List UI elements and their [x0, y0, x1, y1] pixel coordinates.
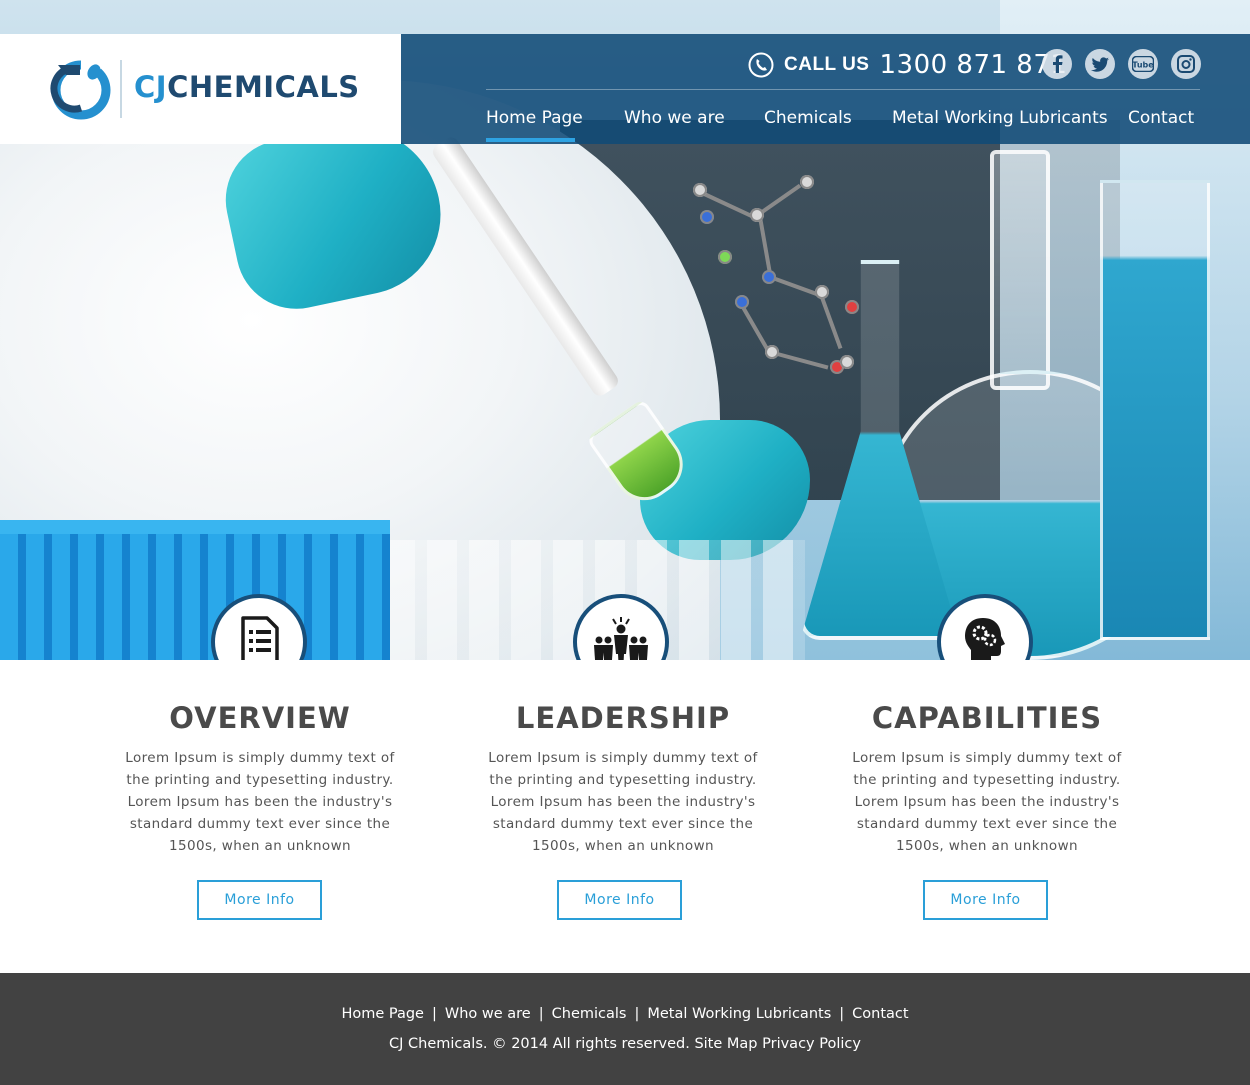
footer-link-who-we-are[interactable]: Who we are — [445, 1006, 531, 1022]
footer-separator: | — [634, 1006, 640, 1022]
footer-link-metal-working-lubricants[interactable]: Metal Working Lubricants — [647, 1006, 831, 1022]
svg-text:Tube: Tube — [1132, 61, 1154, 70]
footer: Home Page | Who we are | Chemicals | Metal Wor… — [0, 973, 1250, 1085]
nav-active-indicator — [486, 138, 575, 142]
youtube-icon[interactable]: Tube — [1128, 49, 1158, 79]
nav-item-home[interactable]: Home Page — [486, 108, 583, 128]
footer-separator: | — [431, 1006, 437, 1022]
footer-link-chemicals[interactable]: Chemicals — [552, 1006, 627, 1022]
nav-item-metal-working-lubricants[interactable]: Metal Working Lubricants — [892, 108, 1108, 128]
footer-nav: Home Page | Who we are | Chemicals | Metal Wor… — [0, 1006, 1250, 1022]
logo-icon[interactable] — [50, 59, 112, 121]
feature-description: Lorem Ipsum is simply dummy text of the … — [488, 750, 758, 854]
twitter-icon[interactable] — [1085, 49, 1115, 79]
logo-chemicals: CHEMICALS — [167, 70, 360, 104]
capabilities-more-info-button[interactable]: More Info — [923, 880, 1048, 920]
leadership-more-info-button[interactable]: More Info — [557, 880, 682, 920]
nav-item-chemicals[interactable]: Chemicals — [764, 108, 852, 128]
phone-icon — [748, 52, 774, 78]
footer-link-contact[interactable]: Contact — [852, 1006, 908, 1022]
copyright-text: CJ Chemicals. © 2014 All rights reserved… — [389, 1036, 690, 1052]
feature-description: Lorem Ipsum is simply dummy text of the … — [852, 750, 1122, 854]
call-label: CALL US — [784, 54, 870, 75]
logo-divider — [120, 60, 122, 118]
footer-link-site-map[interactable]: Site Map — [694, 1036, 757, 1052]
feature-title: LEADERSHIP — [515, 701, 731, 735]
feature-capabilities: CAPABILITIES Lorem Ipsum is simply dummy… — [842, 700, 1132, 857]
feature-overview: OVERVIEW Lorem Ipsum is simply dummy tex… — [115, 700, 405, 857]
nav-divider — [486, 89, 1200, 90]
footer-link-privacy-policy[interactable]: Privacy Policy — [762, 1036, 861, 1052]
social-links: Tube — [1042, 49, 1201, 79]
facebook-icon[interactable] — [1042, 49, 1072, 79]
flask-neck — [990, 150, 1050, 390]
footer-separator: | — [839, 1006, 845, 1022]
feature-title: OVERVIEW — [169, 701, 351, 735]
nav-item-who-we-are[interactable]: Who we are — [624, 108, 725, 128]
feature-title: CAPABILITIES — [871, 701, 1103, 735]
logo-wordmark[interactable]: CJCHEMICALS — [134, 68, 360, 106]
footer-link-home[interactable]: Home Page — [341, 1006, 424, 1022]
feature-leadership: LEADERSHIP Lorem Ipsum is simply dummy t… — [478, 700, 768, 857]
footer-separator: | — [538, 1006, 544, 1022]
graduated-cylinder — [1100, 180, 1210, 640]
feature-description: Lorem Ipsum is simply dummy text of the … — [125, 750, 395, 854]
instagram-icon[interactable] — [1171, 49, 1201, 79]
nav-item-contact[interactable]: Contact — [1128, 108, 1194, 128]
logo-cj: CJ — [134, 70, 168, 104]
overview-more-info-button[interactable]: More Info — [197, 880, 322, 920]
call-us[interactable]: CALL US 1300 871 871 — [748, 48, 1067, 82]
document-list-icon — [241, 616, 279, 666]
phone-number[interactable]: 1300 871 871 — [879, 50, 1067, 80]
head-gears-icon — [965, 618, 1005, 662]
tube-rack — [0, 520, 390, 660]
footer-copyright-line: CJ Chemicals. © 2014 All rights reserved… — [0, 1036, 1250, 1052]
